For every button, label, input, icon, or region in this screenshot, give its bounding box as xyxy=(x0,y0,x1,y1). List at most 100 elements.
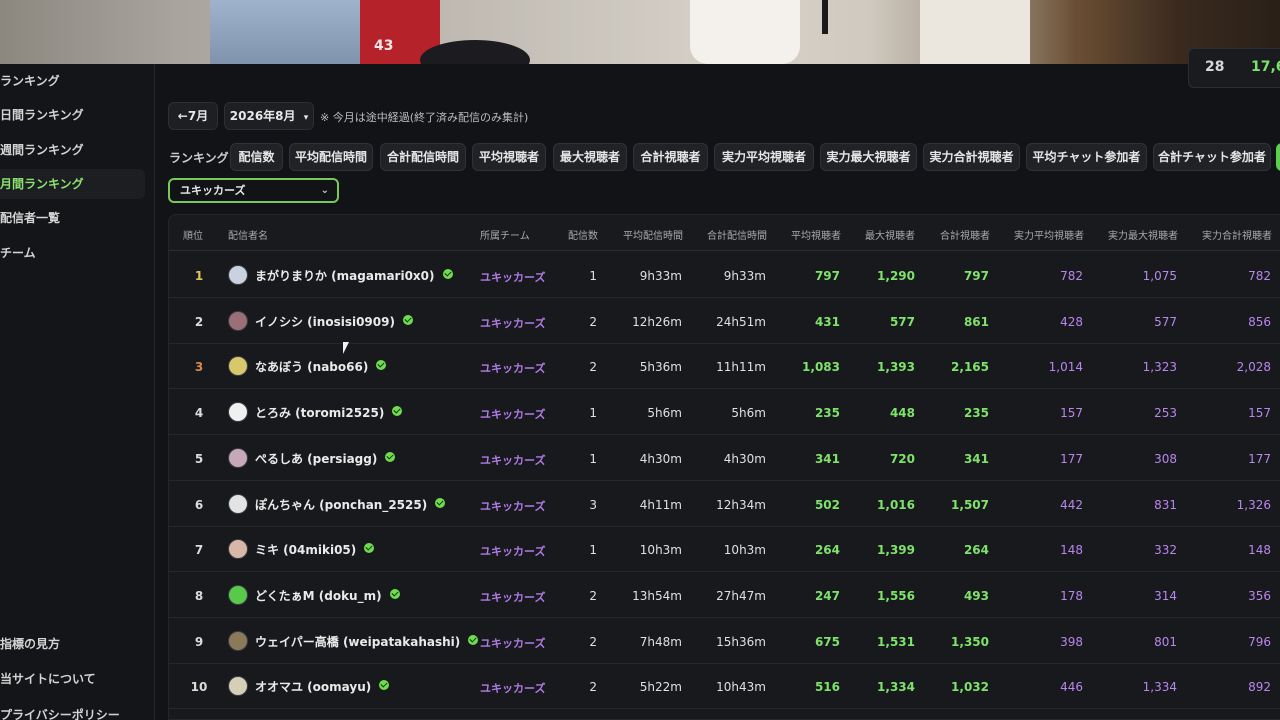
table-row[interactable]: 1 まがりまりか (magamari0x0) ユキッカーズ 1 9h33m 9h33m 79… xyxy=(169,252,1280,298)
cell-r-total: 892 xyxy=(1248,680,1271,694)
table-row[interactable]: 7 ミキ (04miki05) ユキッカーズ 1 10h3m 10h3m 264 1,399 2… xyxy=(169,526,1280,572)
cell-avg-v: 431 xyxy=(814,315,840,329)
avatar[interactable] xyxy=(228,631,248,651)
avatar[interactable] xyxy=(228,494,248,514)
sidebar-item-team[interactable]: チーム xyxy=(0,238,145,268)
mouse-cursor xyxy=(343,342,349,354)
team-link[interactable]: ユキッカーズ xyxy=(480,315,545,331)
cell-avg-v: 797 xyxy=(814,269,840,283)
avatar[interactable] xyxy=(228,585,248,605)
col-count[interactable]: 配信数 xyxy=(568,227,598,242)
team-select[interactable]: ユキッカーズ ⌄ xyxy=(168,178,339,203)
team-link[interactable]: ユキッカーズ xyxy=(480,543,545,559)
avatar[interactable] xyxy=(228,265,248,285)
tab-real-total-viewers[interactable]: 実力合計視聴者 xyxy=(923,143,1020,171)
streamer-name: どくたぁM (doku_m) xyxy=(255,589,382,603)
cell-total-v: 1,350 xyxy=(951,635,989,649)
col-total-time[interactable]: 合計配信時間 xyxy=(707,227,767,242)
table-row[interactable]: 6 ぽんちゃん (ponchan_2525) ユキッカーズ 3 4h11m 12h34m 5… xyxy=(169,481,1280,527)
tab-total-stream-time[interactable]: 合計配信時間 xyxy=(380,143,466,171)
streamer-name-link[interactable]: ぽんちゃん (ponchan_2525) xyxy=(255,496,446,513)
team-link[interactable]: ユキッカーズ xyxy=(480,360,545,376)
tab-avg-chat-participants[interactable]: 平均チャット参加者 xyxy=(1026,143,1147,171)
cell-r-total: 856 xyxy=(1248,315,1271,329)
cell-total-v: 235 xyxy=(963,406,989,420)
tab-real-max-viewers[interactable]: 実力最大視聴者 xyxy=(820,143,917,171)
month-select[interactable]: 2026年8月 ▾ xyxy=(224,102,314,130)
tab-active-edge[interactable] xyxy=(1276,143,1280,171)
sidebar-item-ranking[interactable]: ランキング xyxy=(0,66,145,96)
tab-total-viewers[interactable]: 合計視聴者 xyxy=(633,143,708,171)
streamer-name-link[interactable]: イノシシ (inosisi0909) xyxy=(255,313,413,330)
tab-stream-count[interactable]: 配信数 xyxy=(230,143,283,171)
cell-total-time: 27h47m xyxy=(716,589,766,603)
streamer-name-link[interactable]: ぺるしあ (persiagg) xyxy=(255,450,396,467)
sidebar-item-monthly-ranking[interactable]: 月間ランキング xyxy=(0,169,145,199)
streamer-name-link[interactable]: ウェイパー高橋 (weipatakahashi) xyxy=(255,633,479,650)
col-real-total[interactable]: 実力合計視聴者 xyxy=(1202,227,1272,242)
team-link[interactable]: ユキッカーズ xyxy=(480,589,545,605)
team-link[interactable]: ユキッカーズ xyxy=(480,269,545,285)
team-link[interactable]: ユキッカーズ xyxy=(480,452,545,468)
tab-max-viewers[interactable]: 最大視聴者 xyxy=(553,143,627,171)
avatar[interactable] xyxy=(228,539,248,559)
photo-panel xyxy=(920,0,1030,64)
table-row[interactable]: 3 なあぼう (nabo66) ユキッカーズ 2 5h36m 11h11m 1,083 1,3… xyxy=(169,343,1280,389)
sidebar-item-weekly-ranking[interactable]: 週間ランキング xyxy=(0,135,145,165)
cell-avg-v: 341 xyxy=(814,452,840,466)
sidebar-item-streamer-list[interactable]: 配信者一覧 xyxy=(0,203,145,233)
cell-r-total: 782 xyxy=(1248,269,1271,283)
col-team[interactable]: 所属チーム xyxy=(480,227,530,242)
avatar[interactable] xyxy=(228,356,248,376)
sidebar-item-privacy[interactable]: プライバシーポリシー xyxy=(0,700,145,720)
streamer-name-link[interactable]: どくたぁM (doku_m) xyxy=(255,587,400,604)
avatar[interactable] xyxy=(228,311,248,331)
team-link[interactable]: ユキッカーズ xyxy=(480,498,545,514)
tab-avg-viewers[interactable]: 平均視聴者 xyxy=(472,143,546,171)
table-row[interactable]: 5 ぺるしあ (persiagg) ユキッカーズ 1 4h30m 4h30m 341 720 3… xyxy=(169,435,1280,481)
sidebar-item-daily-ranking[interactable]: 日間ランキング xyxy=(0,100,145,130)
table-row[interactable]: 8 どくたぁM (doku_m) ユキッカーズ 2 13h54m 27h47m 247 1,5… xyxy=(169,572,1280,618)
streamer-name-link[interactable]: まがりまりか (magamari0x0) xyxy=(255,267,453,284)
photo-cord xyxy=(822,0,828,34)
prev-month-button[interactable]: ←7月 xyxy=(168,102,218,130)
col-streamer[interactable]: 配信者名 xyxy=(228,227,268,242)
avatar[interactable] xyxy=(228,676,248,696)
sidebar-item-metrics-guide[interactable]: 指標の見方 xyxy=(0,629,145,659)
team-link[interactable]: ユキッカーズ xyxy=(480,680,545,696)
col-real-max[interactable]: 実力最大視聴者 xyxy=(1108,227,1178,242)
cell-total-time: 15h36m xyxy=(716,635,766,649)
table-row[interactable]: 9 ウェイパー高橋 (weipatakahashi) ユキッカーズ 2 7h48m 15h… xyxy=(169,618,1280,664)
tab-total-chat-participants[interactable]: 合計チャット参加者 xyxy=(1153,143,1271,171)
streamer-name-link[interactable]: オオマユ (oomayu) xyxy=(255,678,390,695)
tab-avg-stream-time[interactable]: 平均配信時間 xyxy=(289,143,373,171)
col-avg-viewers[interactable]: 平均視聴者 xyxy=(791,227,841,242)
cell-r-avg: 442 xyxy=(1060,498,1083,512)
col-total-viewers[interactable]: 合計視聴者 xyxy=(940,227,990,242)
team-link[interactable]: ユキッカーズ xyxy=(480,406,545,422)
verified-check-icon xyxy=(442,269,453,279)
table-row[interactable]: 10 オオマユ (oomayu) ユキッカーズ 2 5h22m 10h43m 516 1,33… xyxy=(169,663,1280,709)
team-link[interactable]: ユキッカーズ xyxy=(480,635,545,651)
tab-real-avg-viewers[interactable]: 実力平均視聴者 xyxy=(714,143,814,171)
streamer-name: イノシシ (inosisi0909) xyxy=(255,315,395,329)
streamer-name-link[interactable]: とろみ (toromi2525) xyxy=(255,404,403,421)
avatar[interactable] xyxy=(228,402,248,422)
cell-max-v: 1,399 xyxy=(877,543,915,557)
cell-total-time: 24h51m xyxy=(716,315,766,329)
col-rank[interactable]: 順位 xyxy=(183,227,203,242)
col-max-viewers[interactable]: 最大視聴者 xyxy=(865,227,915,242)
rank-cell: 3 xyxy=(194,360,204,374)
cell-r-max: 1,323 xyxy=(1142,360,1177,374)
col-avg-time[interactable]: 平均配信時間 xyxy=(623,227,683,242)
cell-avg-v: 264 xyxy=(814,543,840,557)
col-real-avg[interactable]: 実力平均視聴者 xyxy=(1014,227,1084,242)
table-row[interactable]: 4 とろみ (toromi2525) ユキッカーズ 1 5h6m 5h6m 235 448 23… xyxy=(169,389,1280,435)
avatar[interactable] xyxy=(228,448,248,468)
cell-total-v: 341 xyxy=(963,452,989,466)
streamer-name-link[interactable]: なあぼう (nabo66) xyxy=(255,358,387,375)
table-row[interactable]: 2 イノシシ (inosisi0909) ユキッカーズ 2 12h26m 24h51m 43… xyxy=(169,298,1280,344)
sidebar-item-about[interactable]: 当サイトについて xyxy=(0,664,145,694)
cell-total-v: 2,165 xyxy=(951,360,989,374)
streamer-name-link[interactable]: ミキ (04miki05) xyxy=(255,541,375,558)
